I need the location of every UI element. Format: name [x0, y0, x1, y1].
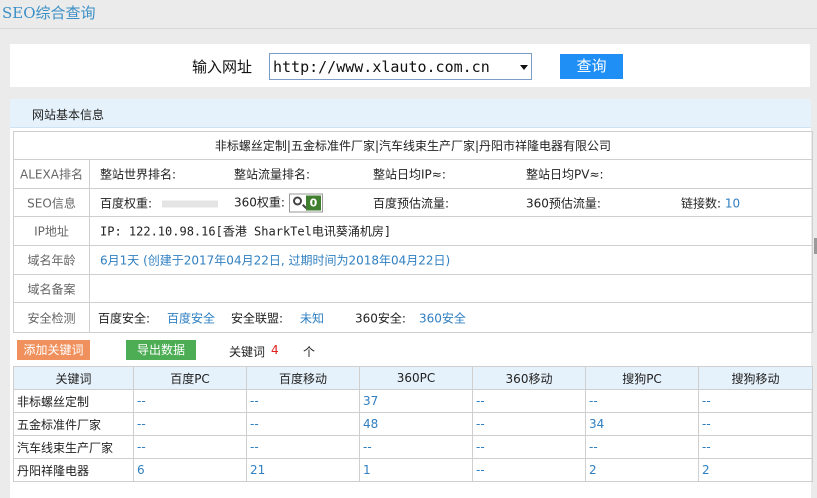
row-label: 域名备案: [14, 275, 90, 302]
rank-cell[interactable]: --: [133, 435, 247, 459]
row-label: ALEXA排名: [14, 160, 90, 188]
keyword-count-unit: 个: [303, 345, 316, 359]
table-row: 五金标准件厂家 -- -- 48 -- 34 --: [13, 412, 813, 436]
daily-ip-label: 整站日均IP≈:: [373, 167, 446, 182]
keyword-table-header: 关键词 百度PC 百度移动 360PC 360移动 搜狗PC 搜狗移动: [13, 366, 813, 390]
panel-header: 网站基本信息: [10, 99, 811, 128]
site-title: 非标螺丝定制|五金标准件厂家|汽车线束生产厂家|丹阳市祥隆电器有限公司: [14, 132, 812, 160]
ip-value: IP: 122.10.98.16[香港 SharkTel电讯葵涌机房]: [100, 224, 392, 239]
column-header: 360PC: [359, 366, 473, 390]
rank-cell[interactable]: 21: [246, 458, 360, 482]
add-keyword-button[interactable]: 添加关键词: [17, 340, 90, 360]
rank-cell[interactable]: --: [472, 412, 586, 436]
links-count-link[interactable]: 10: [725, 196, 740, 210]
page-title: SEO综合查询: [2, 4, 96, 22]
rank-cell[interactable]: --: [698, 412, 813, 436]
rank-cell[interactable]: --: [133, 389, 247, 413]
query-button[interactable]: 查询: [560, 54, 623, 79]
query-bar: 输入网址 http://www.xlauto.com.cn 查询: [10, 44, 810, 87]
baidu-security-label: 百度安全:: [98, 311, 151, 325]
security-360-link[interactable]: 360安全: [419, 309, 466, 326]
rank-cell[interactable]: --: [246, 389, 360, 413]
table-row: 非标螺丝定制 -- -- 37 -- -- --: [13, 389, 813, 413]
rank-cell[interactable]: 6: [133, 458, 247, 482]
rank-cell[interactable]: --: [585, 389, 699, 413]
export-data-button[interactable]: 导出数据: [126, 340, 196, 360]
rank-cell[interactable]: --: [246, 435, 360, 459]
keyword-count-label: 关键词: [229, 345, 266, 359]
weight-360-badge[interactable]: 0: [288, 193, 323, 212]
rank-cell[interactable]: --: [472, 389, 586, 413]
row-label: 域名年龄: [14, 246, 90, 274]
keyword-count: 4: [271, 343, 279, 357]
rank-cell[interactable]: 2: [585, 458, 699, 482]
keyword-cell: 汽车线束生产厂家: [13, 435, 134, 459]
chevron-down-icon[interactable]: [520, 65, 528, 70]
traffic-rank-label: 整站流量排名:: [234, 167, 311, 182]
rank-cell[interactable]: --: [472, 435, 586, 459]
row-label: SEO信息: [14, 189, 90, 216]
baidu-traffic-label: 百度预估流量:: [373, 196, 450, 210]
table-row: 汽车线束生产厂家 -- -- -- -- -- --: [13, 435, 813, 459]
seo-row: SEO信息 百度权重: 360权重: 0 百度预估流量: 360预估流量: 链接数…: [14, 189, 812, 217]
rank-cell[interactable]: 34: [585, 412, 699, 436]
security-360-label: 360安全:: [355, 311, 406, 325]
url-input-label: 输入网址: [192, 58, 253, 76]
panel-header-title: 网站基本信息: [32, 108, 105, 122]
rank-cell[interactable]: 37: [359, 389, 473, 413]
column-header: 搜狗PC: [585, 366, 699, 390]
traffic-360-label: 360预估流量:: [526, 196, 601, 210]
rank-cell[interactable]: 1: [359, 458, 473, 482]
url-select[interactable]: http://www.xlauto.com.cn: [269, 53, 532, 80]
row-label: 安全检测: [14, 303, 90, 332]
row-label: IP地址: [14, 217, 90, 245]
rank-cell[interactable]: 2: [698, 458, 813, 482]
column-header: 百度PC: [133, 366, 247, 390]
icp-row: 域名备案: [14, 275, 812, 303]
baidu-security-link[interactable]: 百度安全: [167, 309, 215, 326]
keyword-table: 关键词 百度PC 百度移动 360PC 360移动 搜狗PC 搜狗移动 非标螺丝…: [13, 366, 813, 482]
baidu-weight: 百度权重:: [100, 194, 219, 211]
weight-360: 360权重: 0: [234, 193, 323, 212]
keyword-cell: 丹阳祥隆电器: [13, 458, 134, 482]
site-info-table: 非标螺丝定制|五金标准件厂家|汽车线束生产厂家|丹阳市祥隆电器有限公司 ALEX…: [13, 131, 813, 333]
baidu-weight-image: [162, 200, 219, 207]
keyword-toolbar: 添加关键词 导出数据 关键词 4 个: [10, 340, 811, 364]
column-header: 搜狗移动: [698, 366, 813, 390]
security-union-label: 安全联盟:: [231, 311, 284, 325]
links-count: 链接数: 10: [681, 196, 741, 210]
rank-cell[interactable]: --: [585, 435, 699, 459]
domain-age-row: 域名年龄 6月1天 (创建于2017年04月22日, 过期时间为2018年04月…: [14, 246, 812, 275]
rank-cell[interactable]: 48: [359, 412, 473, 436]
column-header: 360移动: [472, 366, 586, 390]
alexa-row: ALEXA排名 整站世界排名: 整站流量排名: 整站日均IP≈: 整站日均PV≈…: [14, 160, 812, 189]
keyword-cell: 五金标准件厂家: [13, 412, 134, 436]
daily-pv-label: 整站日均PV≈:: [526, 167, 604, 182]
keyword-cell: 非标螺丝定制: [13, 389, 134, 413]
rank-cell[interactable]: --: [698, 389, 813, 413]
world-rank-label: 整站世界排名:: [100, 167, 177, 182]
rank-cell[interactable]: --: [698, 435, 813, 459]
security-union-link[interactable]: 未知: [300, 309, 324, 326]
site-info-panel: 网站基本信息 非标螺丝定制|五金标准件厂家|汽车线束生产厂家|丹阳市祥隆电器有限…: [10, 99, 813, 498]
domain-age-value[interactable]: 6月1天 (创建于2017年04月22日, 过期时间为2018年04月22日): [100, 252, 450, 269]
title-divider: [0, 28, 817, 29]
column-header: 百度移动: [246, 366, 360, 390]
rank-cell[interactable]: --: [133, 412, 247, 436]
search-icon: [292, 196, 302, 205]
table-row: 丹阳祥隆电器 6 21 1 -- 2 2: [13, 458, 813, 482]
url-select-value: http://www.xlauto.com.cn: [273, 58, 490, 76]
rank-cell[interactable]: --: [246, 412, 360, 436]
security-row: 安全检测 百度安全: 百度安全 安全联盟: 未知 360安全: 360安全: [14, 303, 812, 332]
rank-cell[interactable]: --: [359, 435, 473, 459]
ip-row: IP地址 IP: 122.10.98.16[香港 SharkTel电讯葵涌机房]: [14, 217, 812, 246]
rank-cell[interactable]: --: [472, 458, 586, 482]
column-header: 关键词: [13, 366, 134, 390]
